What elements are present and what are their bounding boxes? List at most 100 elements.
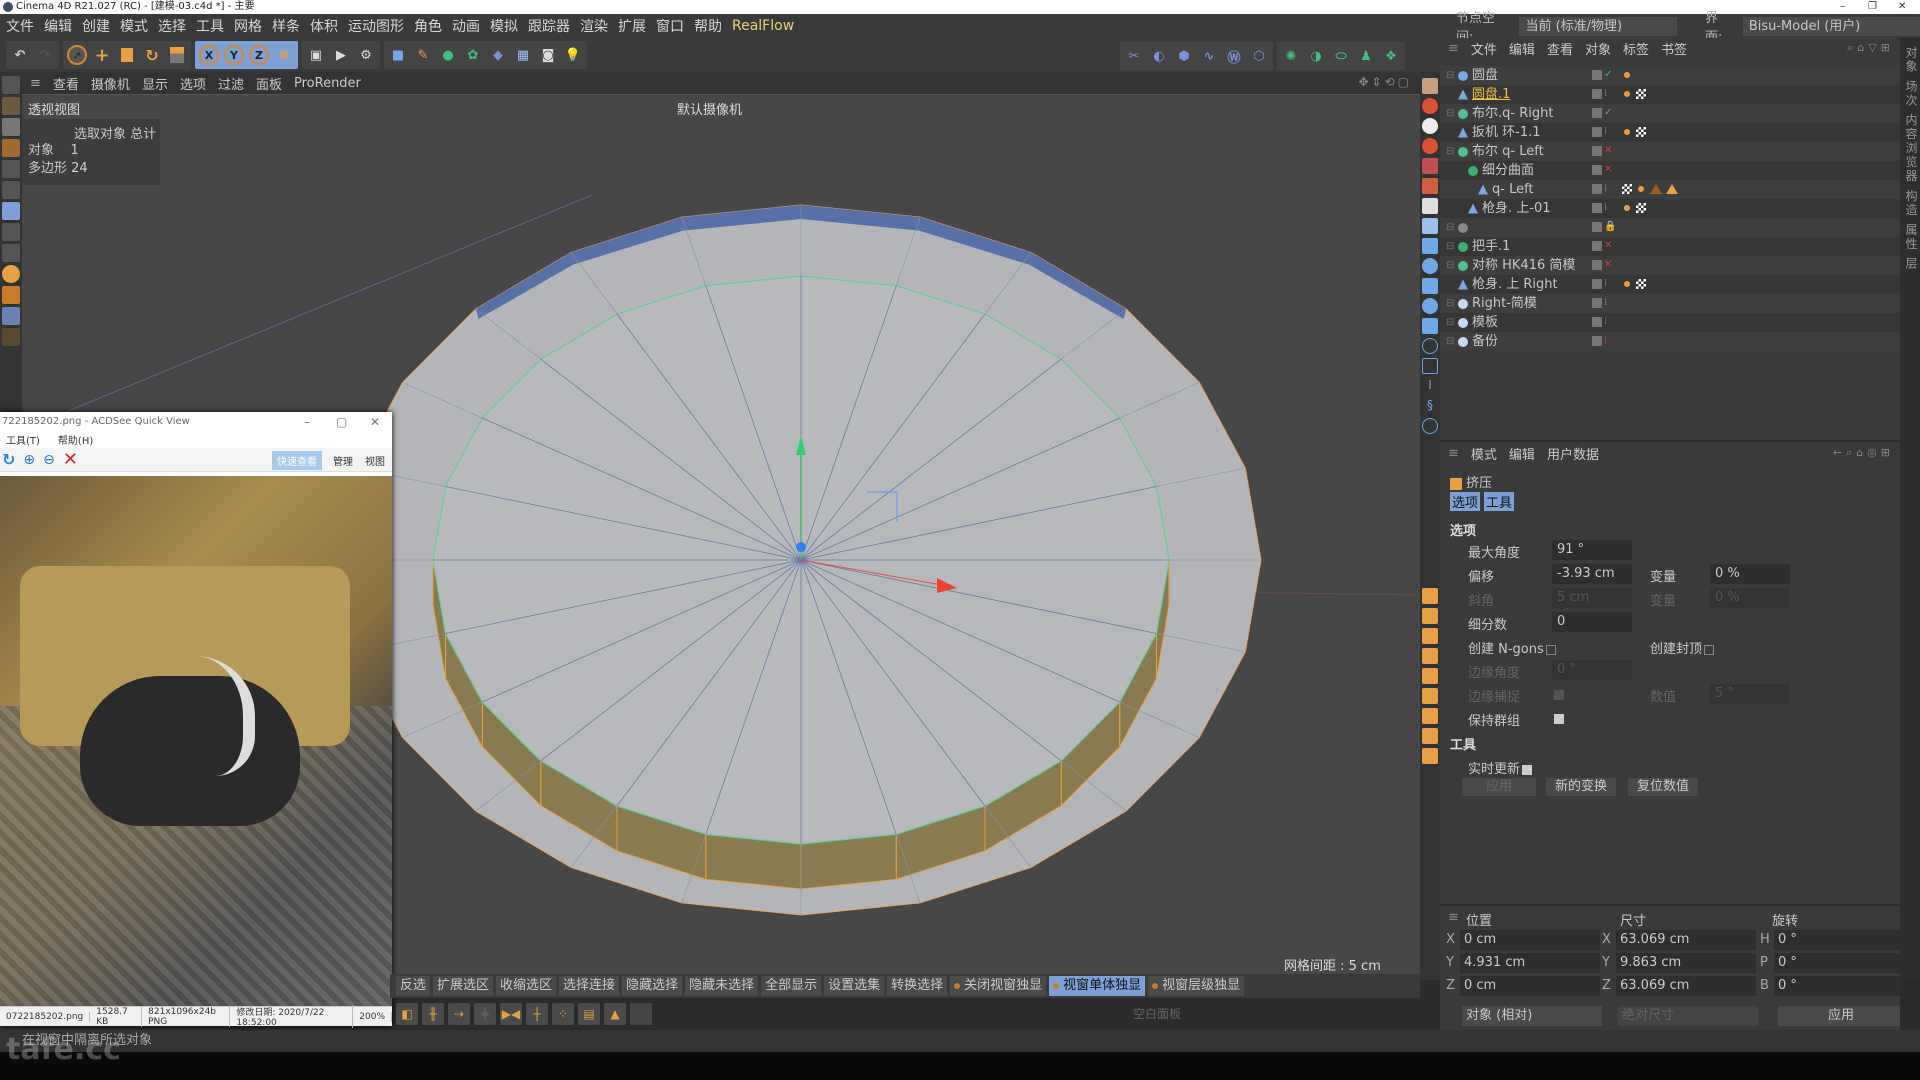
hamburger-icon[interactable]: ≡ xyxy=(1448,910,1459,925)
viewport-menu-item[interactable]: 过滤 xyxy=(218,74,244,93)
render-visibility-icon[interactable]: ⁞ xyxy=(1604,89,1607,99)
attribute-nav-icons[interactable]: ←⌕⌂◎⊞ xyxy=(1833,446,1894,460)
acdsee-minimize-button[interactable]: – xyxy=(304,412,310,432)
mirror-icon[interactable]: ▶◀ xyxy=(500,1003,522,1025)
minimize-button[interactable]: – xyxy=(1840,0,1845,14)
render-visibility-icon[interactable]: 🔒 xyxy=(1604,222,1616,232)
editor-visibility-icon[interactable] xyxy=(1592,336,1602,346)
light-icon[interactable]: 💡 xyxy=(562,44,584,66)
tweak-mode-icon[interactable] xyxy=(2,244,20,262)
null-icon[interactable] xyxy=(1422,218,1438,234)
checker-tag-icon[interactable] xyxy=(1636,89,1646,99)
expand-toggle-icon[interactable]: ⊟ xyxy=(1446,218,1454,237)
magnet-icon[interactable] xyxy=(2,286,20,304)
view-right-icon[interactable] xyxy=(1422,648,1438,664)
render-visibility-icon[interactable]: ⁞ xyxy=(1604,336,1607,346)
checker-tag-icon[interactable] xyxy=(1636,127,1646,137)
checker-tag-icon[interactable] xyxy=(1636,203,1646,213)
viewport-menu-item[interactable]: ProRender xyxy=(294,76,361,91)
cube-icon[interactable]: ■ xyxy=(387,44,409,66)
object-name[interactable]: 模板 xyxy=(1458,313,1498,332)
polygons-mode-icon[interactable] xyxy=(2,202,20,220)
edge-snap-checkbox[interactable] xyxy=(1554,690,1564,700)
node-space-dropdown[interactable]: 当前 (标准/物理) xyxy=(1519,16,1677,36)
rectangle-spline-icon[interactable] xyxy=(1422,358,1438,374)
editor-visibility-icon[interactable] xyxy=(1592,165,1602,175)
menu-item[interactable]: 窗口 xyxy=(656,16,684,36)
view-b-icon[interactable] xyxy=(1422,688,1438,704)
variance-field[interactable]: 0 % xyxy=(1710,564,1790,584)
render-visibility-icon[interactable]: ✕ xyxy=(1604,241,1612,251)
coordinate-system-icon[interactable]: ⊕ xyxy=(273,44,295,66)
view-perspective-icon[interactable] xyxy=(1422,748,1438,764)
acdsee-close-button[interactable]: ✕ xyxy=(370,412,380,432)
selection-command-button[interactable]: 转换选择 xyxy=(887,976,948,996)
plane-icon[interactable] xyxy=(1422,238,1438,254)
sphere-half-icon[interactable]: ◑ xyxy=(1305,45,1327,67)
coordinate-mode-dropdown[interactable]: 对象 (相对) xyxy=(1462,1006,1602,1026)
menu-item[interactable]: 扩展 xyxy=(618,16,646,36)
selection-command-button[interactable]: 反选 xyxy=(396,976,431,996)
render-visibility-icon[interactable]: ✕ xyxy=(1604,165,1612,175)
workplane-mode-icon[interactable] xyxy=(2,139,20,157)
object-name[interactable]: 圆盘.1 xyxy=(1458,85,1510,104)
rot-h-field[interactable]: 0 ° xyxy=(1774,930,1900,950)
edge-angle-field[interactable]: 0 ° xyxy=(1552,660,1632,680)
selection-command-button[interactable]: 隐藏未选择 xyxy=(685,976,759,996)
viewport-nav-icons[interactable]: ✥⇕⟲▢ xyxy=(1358,75,1412,89)
cube-small-icon[interactable] xyxy=(1422,318,1438,334)
object-row[interactable]: 枪身. 上 Right ⁞ xyxy=(1440,275,1900,294)
solo-button[interactable]: 视窗层级独显 xyxy=(1148,976,1245,996)
solo-button[interactable]: 视窗单体独显 xyxy=(1049,976,1146,996)
render-visibility-icon[interactable]: ✓ xyxy=(1604,108,1612,118)
ngons-checkbox[interactable] xyxy=(1545,644,1556,655)
menu-item[interactable]: 编辑 xyxy=(44,16,72,36)
reset-values-button[interactable]: 复位数值 xyxy=(1628,778,1698,796)
object-row[interactable]: ⊟ 布尔.q- Right ✓ xyxy=(1440,104,1900,123)
tab-tool[interactable]: 工具 xyxy=(1484,492,1515,511)
attr-menu-userdata[interactable]: 用户数据 xyxy=(1547,444,1599,463)
solo-button[interactable]: 关闭视窗独显 xyxy=(950,976,1047,996)
size-z-field[interactable]: 63.069 cm xyxy=(1616,976,1756,996)
object-name[interactable]: 把手.1 xyxy=(1458,237,1510,256)
render-visibility-icon[interactable]: ⁞ xyxy=(1604,279,1607,289)
points-tag-icon[interactable] xyxy=(1636,184,1646,194)
menu-item[interactable]: 创建 xyxy=(82,16,110,36)
snap-icon[interactable] xyxy=(2,265,20,283)
object-row[interactable]: ⊟ 圆盘 ✓ xyxy=(1440,66,1900,85)
rot-p-field[interactable]: 0 ° xyxy=(1774,953,1900,973)
selection-command-button[interactable]: 收缩选区 xyxy=(496,976,557,996)
rotate-icon[interactable]: ↻ xyxy=(2,450,15,469)
editor-visibility-icon[interactable] xyxy=(1592,222,1602,232)
delete-icon[interactable]: ✕ xyxy=(63,449,78,470)
character-icon[interactable]: ♟ xyxy=(1355,45,1377,67)
editor-visibility-icon[interactable] xyxy=(1592,241,1602,251)
hamburger-icon[interactable]: ≡ xyxy=(1448,41,1459,56)
cylinder-icon[interactable] xyxy=(1422,278,1438,294)
extrude-icon[interactable]: ◧ xyxy=(396,1003,418,1025)
tri-tag-icon[interactable] xyxy=(1666,184,1678,194)
size-mode-dropdown[interactable]: 绝对尺寸 xyxy=(1618,1006,1758,1026)
object-name[interactable]: 枪身. 上-01 xyxy=(1468,199,1551,218)
editor-visibility-icon[interactable] xyxy=(1592,70,1602,80)
editor-visibility-icon[interactable] xyxy=(1592,89,1602,99)
menu-item[interactable]: 渲染 xyxy=(580,16,608,36)
polygon-pen-icon[interactable]: ⬢ xyxy=(1173,45,1195,67)
viewport-menu-item[interactable]: 面板 xyxy=(256,74,282,93)
gizmo-z-handle-icon[interactable] xyxy=(796,542,806,552)
render-view-icon[interactable]: ▣ xyxy=(305,44,327,66)
select-tool-icon[interactable]: ➚ xyxy=(66,44,88,66)
object-name[interactable] xyxy=(1458,218,1472,237)
selection-command-button[interactable]: 全部显示 xyxy=(761,976,822,996)
subdivision-icon[interactable]: ● xyxy=(437,44,459,66)
capsule-icon[interactable]: ⬭ xyxy=(1330,45,1352,67)
tool-search-icon[interactable] xyxy=(1422,178,1438,194)
menu-item[interactable]: RealFlow xyxy=(732,18,794,34)
menu-item[interactable]: 动画 xyxy=(452,16,480,36)
viewport-menu-item[interactable]: 摄像机 xyxy=(91,74,130,93)
points-tag-icon[interactable] xyxy=(1622,279,1632,289)
cloner-icon[interactable]: ✿ xyxy=(462,44,484,66)
menu-item[interactable]: 跟踪器 xyxy=(528,16,570,36)
apply-button[interactable]: 应用 xyxy=(1462,778,1536,796)
offset-field[interactable]: -3.93 cm xyxy=(1552,564,1632,584)
